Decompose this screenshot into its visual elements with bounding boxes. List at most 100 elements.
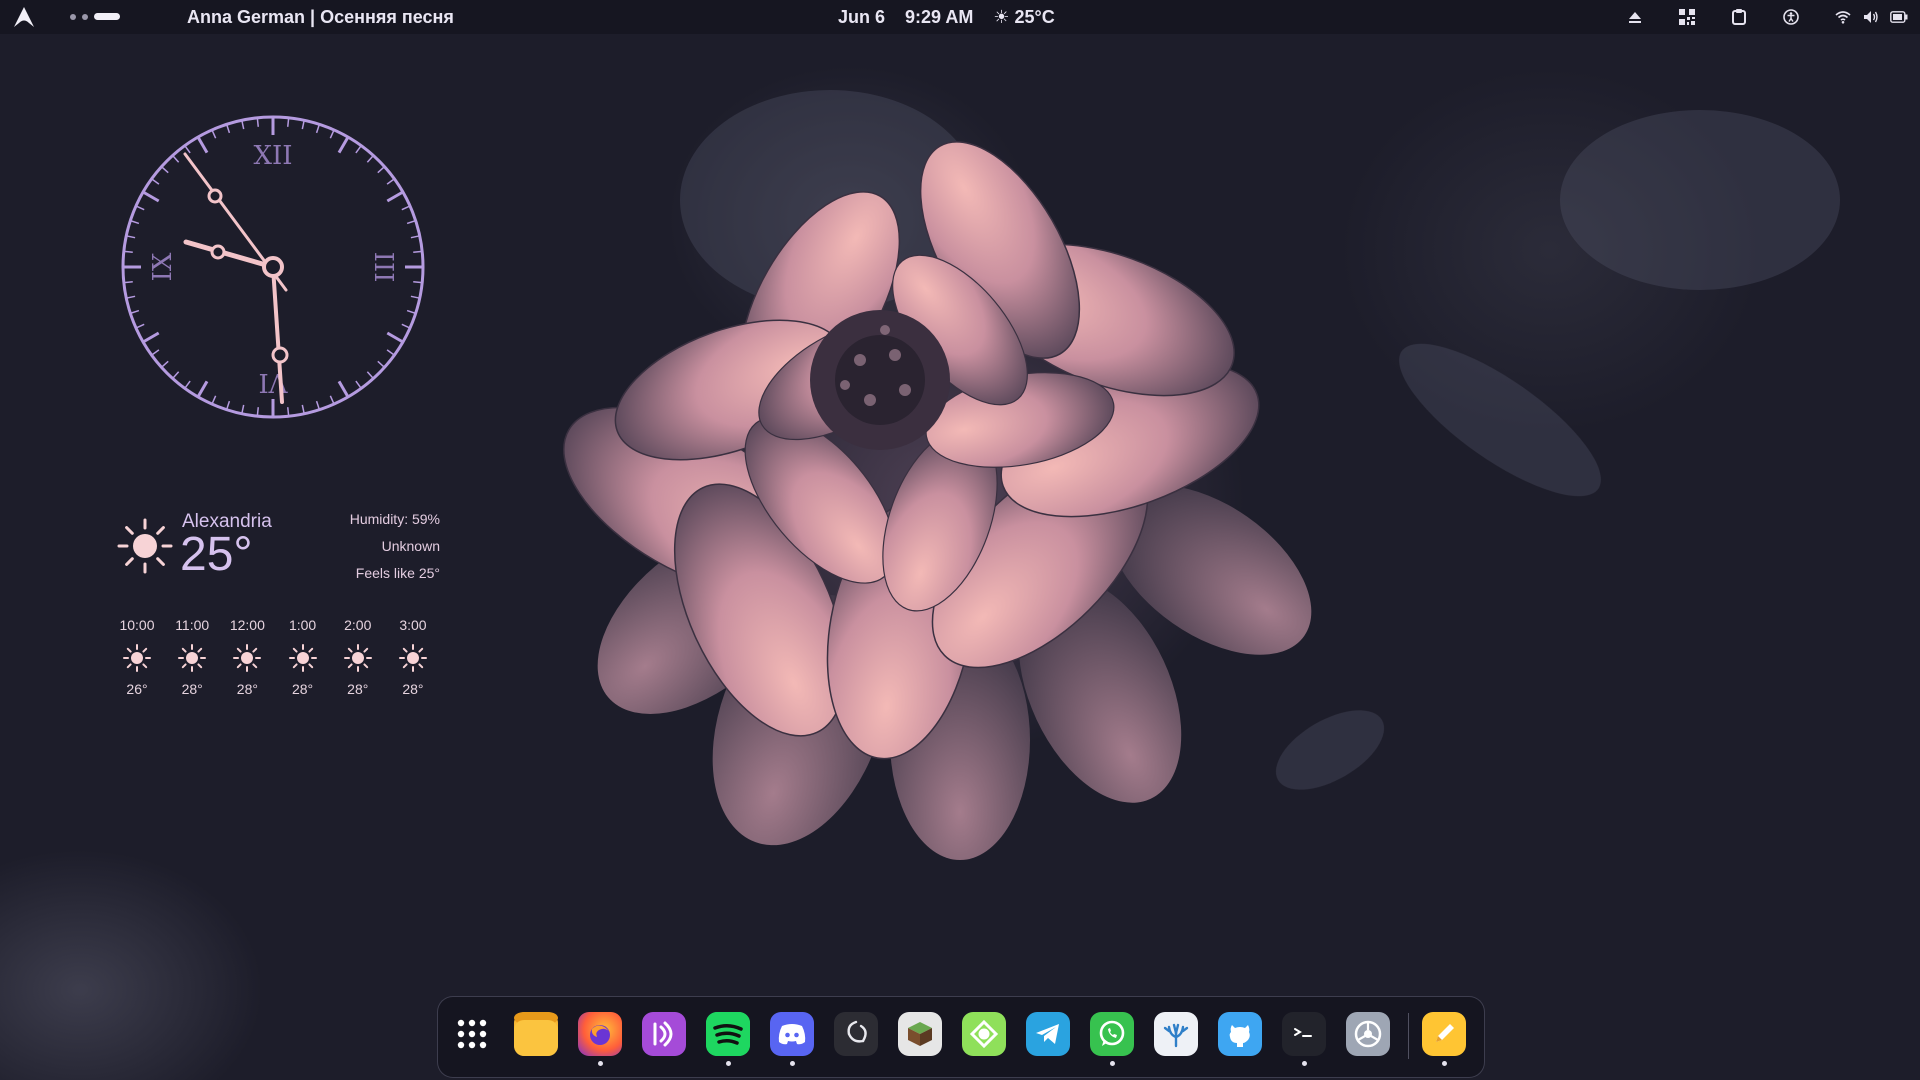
- settings-icon[interactable]: [1346, 1012, 1390, 1056]
- weather-temperature: 25°: [180, 528, 253, 581]
- time-label[interactable]: 9:29 AM: [905, 7, 973, 28]
- date-label[interactable]: Jun 6: [838, 7, 885, 28]
- clock-tick: [410, 235, 420, 239]
- workspace-dot[interactable]: [70, 13, 76, 20]
- eject-icon[interactable]: [1624, 7, 1646, 27]
- clock-tick: [196, 380, 209, 398]
- clock-tick: [211, 129, 217, 139]
- sun-icon: [398, 644, 427, 672]
- clock-tick: [126, 235, 136, 239]
- coral-app-icon[interactable]: [1154, 1012, 1198, 1056]
- firefox-icon[interactable]: [578, 1012, 622, 1056]
- forecast-item: 11:00 28°: [165, 617, 219, 697]
- wifi-icon[interactable]: [1832, 7, 1854, 27]
- clock-tick: [366, 371, 374, 379]
- sync-icon[interactable]: [962, 1012, 1006, 1056]
- qr-code-icon[interactable]: [1676, 7, 1698, 27]
- forecast-temp: 28°: [236, 681, 258, 697]
- clock-tick: [410, 295, 420, 299]
- minute-hand-ring: [207, 188, 223, 204]
- clock-tick: [329, 129, 335, 139]
- notes-icon[interactable]: [1422, 1012, 1466, 1056]
- second-hand-ring: [271, 346, 289, 364]
- clock-tick: [241, 120, 245, 130]
- numeral-xii: XII: [253, 141, 292, 171]
- clock-tick: [142, 190, 160, 203]
- clock-tick: [151, 178, 160, 185]
- forecast-time: 12:00: [229, 617, 265, 633]
- discord-icon[interactable]: [770, 1012, 814, 1056]
- clock-tick: [329, 395, 335, 405]
- app-grid-icon[interactable]: [450, 1012, 494, 1056]
- arch-logo-icon[interactable]: [12, 6, 36, 28]
- sun-icon: [123, 644, 151, 672]
- weather-condition: Unknown: [381, 538, 440, 554]
- clock-tick: [386, 331, 404, 344]
- hour-hand-ring: [210, 244, 226, 260]
- telegram-icon[interactable]: [1026, 1012, 1070, 1056]
- clock-tick: [126, 295, 136, 299]
- clock-tick: [123, 250, 133, 254]
- dock-separator: [1408, 1013, 1409, 1059]
- clock-tick: [401, 323, 411, 329]
- minecraft-icon[interactable]: [898, 1012, 942, 1056]
- clock-tick: [286, 117, 290, 127]
- hourly-forecast: 10:00 26° 11:00 28° 12:00 28° 1:00 28° 2…: [110, 617, 440, 697]
- clock-tick: [142, 331, 160, 344]
- clock-tick: [225, 400, 231, 410]
- clock-center: [262, 256, 284, 278]
- clock-tick: [413, 250, 423, 254]
- clock-tick: [151, 349, 160, 356]
- volume-icon[interactable]: [1860, 7, 1882, 27]
- forecast-temp: 28°: [181, 681, 203, 697]
- accessibility-icon[interactable]: [1780, 7, 1802, 27]
- clock-tick: [123, 280, 133, 284]
- sun-icon: [117, 518, 173, 574]
- clock-tick: [386, 349, 395, 356]
- weather-feels-like: Feels like 25°: [355, 565, 440, 581]
- clock-tick: [401, 205, 411, 211]
- clock-tick: [241, 404, 245, 414]
- clock-tick: [315, 124, 321, 134]
- sun-icon: [343, 644, 372, 672]
- clock-tick: [256, 407, 260, 417]
- forecast-time: 3:00: [399, 617, 427, 633]
- date-time-status[interactable]: Jun 6 9:29 AM ☀ 25°C: [838, 7, 1055, 28]
- clock-tick: [337, 136, 350, 154]
- clock-tick: [377, 166, 385, 174]
- workspace-indicator[interactable]: [70, 13, 120, 20]
- forecast-temp: 28°: [402, 681, 424, 697]
- podcasts-icon[interactable]: [642, 1012, 686, 1056]
- workspace-active[interactable]: [94, 13, 120, 20]
- weather-status[interactable]: ☀ 25°C: [993, 7, 1054, 28]
- clock-tick: [337, 380, 350, 398]
- clock-tick: [315, 400, 321, 410]
- github-icon[interactable]: [1218, 1012, 1262, 1056]
- clock-tick: [135, 323, 145, 329]
- clock-tick: [355, 380, 362, 389]
- clock-tick: [386, 190, 404, 203]
- terminal-icon[interactable]: [1282, 1012, 1326, 1056]
- clipboard-icon[interactable]: [1728, 7, 1750, 27]
- forecast-temp: 28°: [291, 681, 314, 697]
- clock-tick: [172, 371, 180, 379]
- clock-tick: [386, 178, 395, 185]
- top-panel: Anna German | Осенняя песня Jun 6 9:29 A…: [0, 0, 1920, 34]
- obs-icon[interactable]: [834, 1012, 878, 1056]
- clock-tick: [130, 309, 140, 315]
- sun-icon: [178, 644, 207, 672]
- clock-tick: [225, 124, 231, 134]
- clock-tick: [211, 395, 217, 405]
- clock-tick: [184, 145, 191, 154]
- files-icon[interactable]: [514, 1012, 558, 1056]
- whatsapp-icon[interactable]: [1090, 1012, 1134, 1056]
- clock-tick: [355, 145, 362, 154]
- media-title[interactable]: Anna German | Осенняя песня: [187, 7, 454, 28]
- weather-humidity: Humidity: 59%: [349, 511, 440, 527]
- workspace-dot[interactable]: [82, 13, 88, 20]
- analog-clock-widget: XII III VI IX: [121, 115, 425, 419]
- clock-tick: [406, 219, 416, 225]
- spotify-icon[interactable]: [706, 1012, 750, 1056]
- clock-tick: [172, 155, 180, 163]
- battery-icon[interactable]: [1888, 7, 1910, 27]
